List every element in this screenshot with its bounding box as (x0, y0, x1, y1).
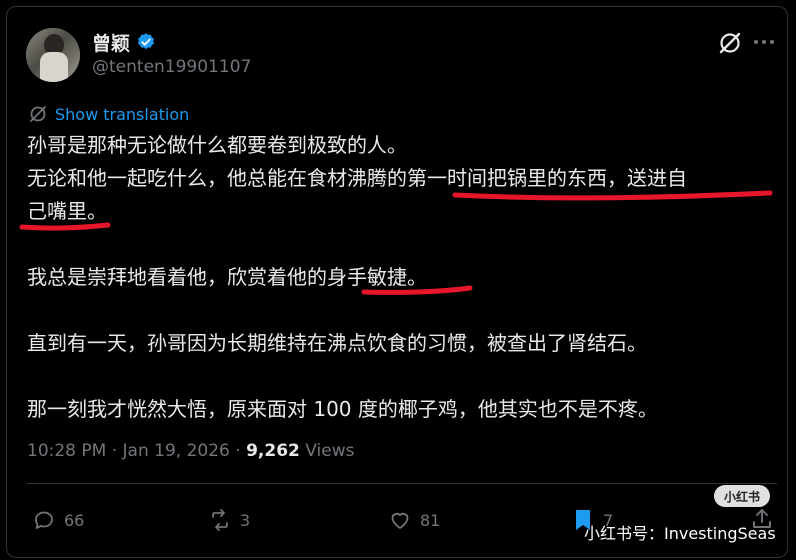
reply-count: 66 (64, 510, 85, 530)
repost-count: 3 (240, 510, 251, 530)
tweet-line: 孙哥是那种无论做什么都要卷到极致的人。 (27, 133, 407, 157)
tweet-date[interactable]: Jan 19, 2026 (123, 441, 230, 461)
grok-icon[interactable] (717, 30, 743, 56)
meta-separator: · (111, 441, 118, 461)
author-row: 曾颖 (92, 29, 156, 56)
like-count: 81 (420, 510, 441, 530)
reply-icon (35, 511, 53, 529)
tweet-line: 己嘴里。 (27, 199, 107, 223)
translate-icon (30, 106, 46, 122)
reply-button[interactable]: 66 (32, 505, 84, 535)
tweet-line: 直到有一天，孙哥因为长期维持在沸点饮食的习惯，被查出了肾结石。 (27, 331, 647, 355)
author-handle[interactable]: @tenten19901107 (92, 57, 251, 77)
watermark-text: 小红书号：InvestingSeas (584, 524, 776, 543)
repost-button[interactable]: 3 (208, 505, 250, 535)
verified-badge-icon (138, 33, 155, 50)
views-count: 9,262 (246, 441, 300, 461)
tweet-meta: 10:28 PM · Jan 19, 2026 · 9,262 Views (27, 441, 354, 461)
views-label: Views (305, 441, 355, 461)
more-icon[interactable] (752, 36, 776, 48)
watermark-badge: 小红书 (714, 485, 770, 507)
meta-separator: · (235, 441, 241, 461)
repost-icon (212, 509, 228, 531)
avatar[interactable] (26, 28, 80, 82)
tweet-line: 那一刻我才恍然大悟，原来面对 100 度的椰子鸡，他其实也不是不疼。 (27, 397, 658, 421)
show-translation-label: Show translation (55, 104, 190, 124)
tweet-time[interactable]: 10:28 PM (27, 441, 106, 461)
like-icon (391, 512, 409, 529)
author-name[interactable]: 曾颖 (92, 29, 130, 56)
divider (27, 483, 777, 484)
tweet-line: 我总是崇拜地看着他，欣赏着他的身手敏捷。 (27, 265, 427, 289)
show-translation-link[interactable]: Show translation (28, 103, 189, 125)
like-button[interactable]: 81 (388, 505, 440, 535)
tweet-text: 孙哥是那种无论做什么都要卷到极致的人。 无论和他一起吃什么，他总能在食材沸腾的第… (27, 129, 777, 426)
tweet-line: 无论和他一起吃什么，他总能在食材沸腾的第一时间把锅里的东西，送进自 (27, 166, 687, 190)
